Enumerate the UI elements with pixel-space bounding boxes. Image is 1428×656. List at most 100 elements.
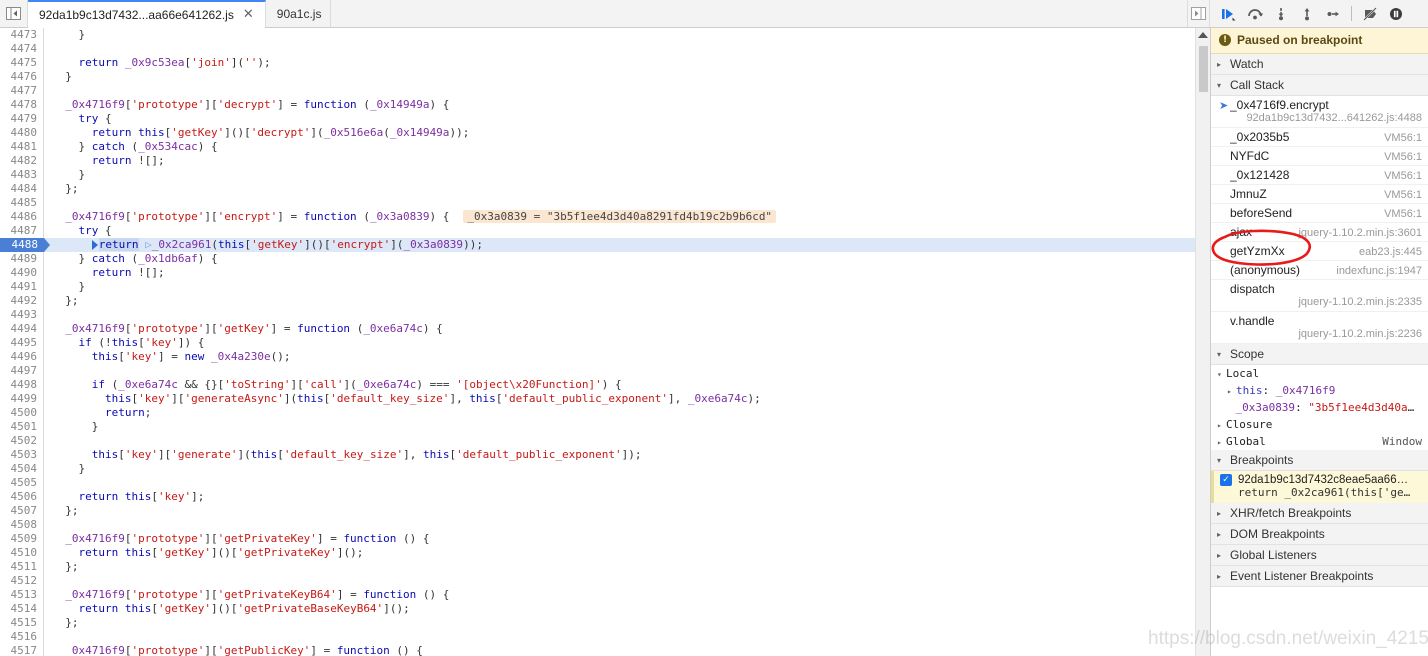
close-icon[interactable]: ✕ <box>241 7 256 22</box>
code-line[interactable]: 4515 }; <box>0 616 1210 630</box>
line-number[interactable]: 4486 <box>0 210 44 224</box>
call-stack-frame[interactable]: ajax jquery-1.10.2.min.js:3601 <box>1211 223 1428 242</box>
code-line[interactable]: 4512 <box>0 574 1210 588</box>
line-number[interactable]: 4488 <box>0 238 50 252</box>
line-number[interactable]: 4489 <box>0 252 44 266</box>
step-icon[interactable] <box>1320 1 1346 27</box>
editor-scrollbar[interactable] <box>1195 28 1210 656</box>
line-number[interactable]: 4476 <box>0 70 44 84</box>
scope-row[interactable]: _0x3a0839: "3b5f1ee4d3d40a82… <box>1211 399 1428 416</box>
line-number[interactable]: 4491 <box>0 280 44 294</box>
line-number[interactable]: 4475 <box>0 56 44 70</box>
line-number[interactable]: 4517 <box>0 644 44 656</box>
line-number[interactable]: 4494 <box>0 322 44 336</box>
step-into-icon[interactable] <box>1268 1 1294 27</box>
code-line[interactable]: 4495 if (!this['key']) { <box>0 336 1210 350</box>
editor-tab-inactive[interactable]: 90a1c.js <box>265 0 332 27</box>
line-number[interactable]: 4483 <box>0 168 44 182</box>
line-number[interactable]: 4478 <box>0 98 44 112</box>
line-number[interactable]: 4515 <box>0 616 44 630</box>
line-number[interactable]: 4511 <box>0 560 44 574</box>
code-line[interactable]: 4483 } <box>0 168 1210 182</box>
line-number[interactable]: 4484 <box>0 182 44 196</box>
code-line[interactable]: 4486 _0x4716f9['prototype']['encrypt'] =… <box>0 210 1210 224</box>
code-line[interactable]: 4494 _0x4716f9['prototype']['getKey'] = … <box>0 322 1210 336</box>
breakpoint-checkbox[interactable]: ✓ <box>1220 474 1232 486</box>
line-number[interactable]: 4500 <box>0 406 44 420</box>
code-line[interactable]: 4473 } <box>0 28 1210 42</box>
deactivate-breakpoints-icon[interactable] <box>1357 1 1383 27</box>
call-stack-frame[interactable]: _0x121428 VM56:1 <box>1211 166 1428 185</box>
code-line[interactable]: 4485 <box>0 196 1210 210</box>
code-line[interactable]: 4491 } <box>0 280 1210 294</box>
code-line-current[interactable]: 4488 return ▷_0x2ca961(this['getKey']()[… <box>0 238 1210 252</box>
section-breakpoints[interactable]: ▾ Breakpoints <box>1211 450 1428 471</box>
line-number[interactable]: 4512 <box>0 574 44 588</box>
line-number[interactable]: 4507 <box>0 504 44 518</box>
line-number[interactable]: 4493 <box>0 308 44 322</box>
code-line[interactable]: 4506 return this['key']; <box>0 490 1210 504</box>
scrollbar-thumb[interactable] <box>1199 46 1208 92</box>
scope-row[interactable]: ▸ this: _0x4716f9 <box>1211 382 1428 399</box>
code-line[interactable]: 4505 <box>0 476 1210 490</box>
scope-row[interactable]: ▾ Local <box>1211 365 1428 382</box>
code-line[interactable]: 4503 this['key']['generate'](this['defau… <box>0 448 1210 462</box>
scope-row[interactable]: ▸ Closure <box>1211 416 1428 433</box>
line-number[interactable]: 4505 <box>0 476 44 490</box>
line-number[interactable]: 4496 <box>0 350 44 364</box>
pause-on-exceptions-icon[interactable] <box>1383 1 1409 27</box>
line-number[interactable]: 4481 <box>0 140 44 154</box>
code-line[interactable]: 4511 }; <box>0 560 1210 574</box>
editor-tab-active[interactable]: 92da1b9c13d7432...aa66e641262.js ✕ <box>28 0 266 28</box>
code-line[interactable]: 4479 try { <box>0 112 1210 126</box>
code-line[interactable]: 4478 _0x4716f9['prototype']['decrypt'] =… <box>0 98 1210 112</box>
line-number[interactable]: 4487 <box>0 224 44 238</box>
code-line[interactable]: 4499 this['key']['generateAsync'](this['… <box>0 392 1210 406</box>
section-call-stack[interactable]: ▾ Call Stack <box>1211 75 1428 96</box>
code-line[interactable]: 4501 } <box>0 420 1210 434</box>
line-number[interactable]: 4508 <box>0 518 44 532</box>
code-line[interactable]: 4500 return; <box>0 406 1210 420</box>
code-line[interactable]: 4480 return this['getKey']()['decrypt'](… <box>0 126 1210 140</box>
code-line[interactable]: 4476 } <box>0 70 1210 84</box>
code-line[interactable]: 4513 _0x4716f9['prototype']['getPrivateK… <box>0 588 1210 602</box>
call-stack-frame[interactable]: v.handle jquery-1.10.2.min.js:2236 <box>1211 312 1428 344</box>
line-number[interactable]: 4510 <box>0 546 44 560</box>
line-number[interactable]: 4502 <box>0 434 44 448</box>
code-line[interactable]: 4510 return this['getKey']()['getPrivate… <box>0 546 1210 560</box>
code-line[interactable]: 4509 _0x4716f9['prototype']['getPrivateK… <box>0 532 1210 546</box>
call-stack-frame[interactable]: _0x2035b5 VM56:1 <box>1211 128 1428 147</box>
call-stack-frame[interactable]: JmnuZ VM56:1 <box>1211 185 1428 204</box>
code-line[interactable]: 4493 <box>0 308 1210 322</box>
code-line[interactable]: 4482 return ![]; <box>0 154 1210 168</box>
line-number[interactable]: 4509 <box>0 532 44 546</box>
section-scope[interactable]: ▾ Scope <box>1211 344 1428 365</box>
line-number[interactable]: 4490 <box>0 266 44 280</box>
line-number[interactable]: 4482 <box>0 154 44 168</box>
code-line[interactable]: 4481 } catch (_0x534cac) { <box>0 140 1210 154</box>
show-drawer-icon[interactable] <box>1188 0 1210 27</box>
section-xhr-fetch-breakpoints[interactable]: ▸ XHR/fetch Breakpoints <box>1211 503 1428 524</box>
section-event-listener-breakpoints[interactable]: ▸ Event Listener Breakpoints <box>1211 566 1428 587</box>
call-stack-frame[interactable]: (anonymous) indexfunc.js:1947 <box>1211 261 1428 280</box>
code-line[interactable]: 4514 return this['getKey']()['getPrivate… <box>0 602 1210 616</box>
code-line[interactable]: 4490 return ![]; <box>0 266 1210 280</box>
code-line[interactable]: 4504 } <box>0 462 1210 476</box>
code-line[interactable]: 4508 <box>0 518 1210 532</box>
line-number[interactable]: 4513 <box>0 588 44 602</box>
source-code-editor[interactable]: 4473 } 4474 4475 return _0x9c53ea['join'](… <box>0 28 1210 656</box>
line-number[interactable]: 4501 <box>0 420 44 434</box>
code-line[interactable]: 4492 }; <box>0 294 1210 308</box>
line-number[interactable]: 4485 <box>0 196 44 210</box>
line-number[interactable]: 4516 <box>0 630 44 644</box>
line-number[interactable]: 4506 <box>0 490 44 504</box>
line-number[interactable]: 4480 <box>0 126 44 140</box>
step-out-icon[interactable] <box>1294 1 1320 27</box>
scroll-up-arrow-icon[interactable] <box>1198 32 1208 38</box>
line-number[interactable]: 4492 <box>0 294 44 308</box>
code-line[interactable]: 4489 } catch (_0x1db6af) { <box>0 252 1210 266</box>
code-line[interactable]: 4502 <box>0 434 1210 448</box>
line-number[interactable]: 4514 <box>0 602 44 616</box>
code-line[interactable]: 4496 this['key'] = new _0x4a230e(); <box>0 350 1210 364</box>
call-stack-frame[interactable]: getYzmXx eab23.js:445 <box>1211 242 1428 261</box>
